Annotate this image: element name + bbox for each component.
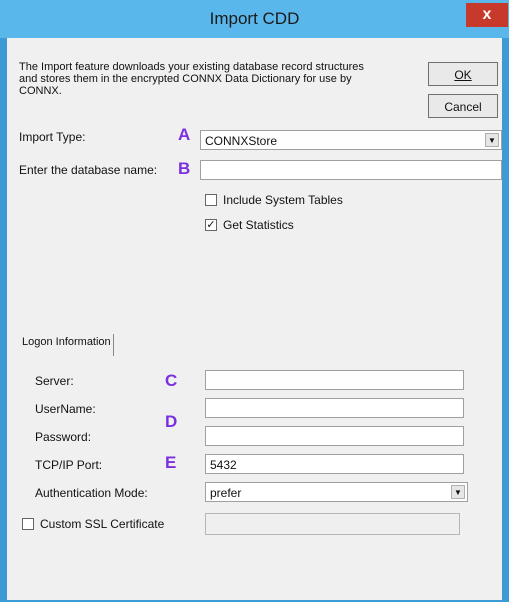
password-input[interactable] bbox=[205, 426, 464, 446]
custom-ssl-input bbox=[205, 513, 460, 535]
server-label: Server: bbox=[35, 374, 74, 388]
auth-mode-label: Authentication Mode: bbox=[35, 486, 148, 500]
marker-c: C bbox=[165, 371, 178, 390]
auth-mode-value: prefer bbox=[210, 486, 242, 500]
marker-b: B bbox=[178, 159, 191, 178]
title-bar[interactable]: Import CDD x bbox=[0, 0, 509, 38]
include-system-tables-checkbox[interactable] bbox=[205, 194, 217, 206]
tcp-port-label: TCP/IP Port: bbox=[35, 458, 103, 472]
import-cdd-window: Import CDD x The Import feature download… bbox=[0, 0, 509, 602]
import-type-select[interactable]: CONNXStore ▼ bbox=[200, 130, 502, 150]
marker-a: A bbox=[178, 125, 191, 144]
chevron-down-icon[interactable]: ▼ bbox=[451, 485, 465, 499]
password-label: Password: bbox=[35, 430, 92, 444]
username-label: UserName: bbox=[35, 402, 96, 416]
database-name-label: Enter the database name: bbox=[19, 163, 158, 177]
tcp-port-input[interactable]: 5432 bbox=[205, 454, 464, 474]
chevron-down-icon[interactable]: ▼ bbox=[485, 133, 499, 147]
get-statistics-label: Get Statistics bbox=[223, 218, 294, 232]
cancel-button-label: Cancel bbox=[444, 100, 482, 114]
cancel-button[interactable]: Cancel bbox=[428, 94, 498, 118]
window-title: Import CDD bbox=[209, 9, 300, 28]
import-type-value: CONNXStore bbox=[205, 134, 278, 148]
close-button[interactable]: x bbox=[466, 3, 508, 27]
include-system-tables-label: Include System Tables bbox=[223, 193, 343, 207]
get-statistics-checkbox[interactable]: ✓ bbox=[205, 219, 217, 231]
marker-e: E bbox=[165, 453, 177, 472]
custom-ssl-checkbox[interactable] bbox=[22, 518, 34, 530]
ok-button-label: OK bbox=[454, 68, 472, 82]
import-type-label: Import Type: bbox=[19, 130, 86, 144]
marker-d: D bbox=[165, 412, 178, 431]
database-name-input[interactable] bbox=[200, 160, 502, 180]
tab-logon-information[interactable]: Logon Information bbox=[22, 334, 114, 356]
custom-ssl-label: Custom SSL Certificate bbox=[40, 517, 165, 531]
ok-button[interactable]: OK bbox=[428, 62, 498, 86]
import-description: The Import feature downloads your existi… bbox=[19, 61, 364, 97]
username-input[interactable] bbox=[205, 398, 464, 418]
auth-mode-select[interactable]: prefer ▼ bbox=[205, 482, 468, 502]
server-input[interactable] bbox=[205, 370, 464, 390]
